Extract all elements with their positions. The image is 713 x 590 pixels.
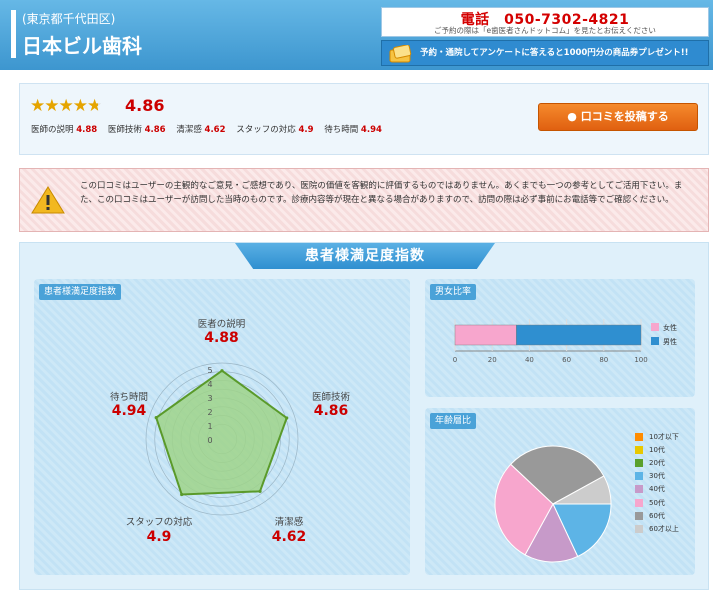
rating-summary: ★★★★★ 4.86 医師の説明 4.88 医師技術 4.86 清潔感 4.62… — [19, 83, 709, 155]
comment-icon: ● — [567, 110, 577, 123]
rating-label: 清潔感 — [176, 125, 202, 135]
promo-text: 予約・通院してアンケートに答えると1000円分の商品券プレゼント!! — [420, 48, 689, 58]
gender-tick-label: 0 — [453, 356, 457, 364]
star-icon: ★ — [72, 96, 88, 116]
radar-axis-label: 医師技術 — [311, 392, 350, 403]
radar-tick-label: 1 — [207, 422, 212, 431]
legend-label: 10才以下 — [649, 432, 679, 441]
post-review-button[interactable]: ● 口コミを投稿する — [538, 103, 698, 131]
rating-stars: ★★★★★ — [30, 96, 102, 116]
legend-label: 女性 — [663, 323, 677, 332]
legend-item: 60才以上 — [635, 522, 679, 535]
gender-bar-segment — [454, 324, 517, 346]
rating-value: 4.86 — [144, 125, 166, 135]
legend-item: 10代 — [635, 443, 679, 456]
disclaimer-text: この口コミはユーザーの主観的なご意見・ご感想であり、医院の価値を客観的に評価する… — [80, 181, 683, 205]
legend-swatch — [635, 458, 643, 467]
legend-swatch — [651, 323, 659, 331]
legend-label: 60才以上 — [649, 524, 679, 533]
rating-label: スタッフの対応 — [236, 125, 296, 135]
radar-axis-value: 4.88 — [204, 330, 239, 346]
star-icon: ★ — [58, 96, 74, 116]
star-icon: ★ — [87, 96, 102, 116]
clinic-name: 日本ビル歯科 — [22, 34, 142, 58]
star-icon: ★ — [44, 96, 59, 116]
gender-panel: 男女比率 0 20 40 60 80 100 女性 男性 — [425, 279, 695, 397]
rating-value: 4.62 — [204, 125, 226, 135]
legend-label: 男性 — [663, 337, 677, 346]
gender-tick-label: 60 — [562, 356, 571, 364]
legend-label: 60代 — [649, 511, 665, 520]
radar-point — [220, 369, 224, 373]
satisfaction-section: 患者様満足度指数 患者様満足度指数 543210 医者の説明 4.88 医師技術… — [19, 242, 709, 590]
gender-tick-label: 80 — [599, 356, 608, 364]
radar-tick-label: 0 — [207, 436, 212, 445]
gender-bar-chart: 0 20 40 60 80 100 女性男性 — [453, 319, 677, 364]
age-panel: 年齢層比 10才以下 10代 20代 30代 40代 50代 60代 60才以上 — [425, 408, 695, 575]
legend-label: 10代 — [649, 445, 665, 454]
post-review-label: 口コミを投稿する — [580, 110, 669, 123]
rating-label: 医師技術 — [107, 125, 142, 135]
promo-banner[interactable]: 予約・通院してアンケートに答えると1000円分の商品券プレゼント!! — [381, 40, 709, 66]
star-icon: ★ — [30, 96, 45, 116]
legend-swatch — [635, 524, 643, 533]
radar-point — [258, 489, 262, 493]
page: (東京都千代田区) 日本ビル歯科 電話 050-7302-4821 ご予約の際は… — [0, 0, 713, 590]
gender-tick-label: 20 — [488, 356, 497, 364]
rating-value: 4.94 — [360, 125, 382, 135]
radar-point — [180, 492, 184, 497]
legend-item: 10才以下 — [635, 430, 679, 443]
gift-card-icon — [389, 45, 412, 63]
legend-label: 20代 — [649, 458, 665, 467]
clinic-area: (東京都千代田区) — [22, 12, 116, 26]
header-accent-bar — [11, 10, 16, 58]
gender-tick-label: 100 — [634, 356, 647, 364]
satisfaction-title: 患者様満足度指数 — [235, 243, 495, 269]
radar-tick-label: 4 — [207, 380, 212, 389]
legend-item: 60代 — [635, 509, 679, 522]
radar-tick-label: 5 — [207, 366, 212, 375]
radar-axis-value: 4.9 — [146, 529, 172, 545]
rating-value: 4.9 — [298, 125, 314, 135]
radar-axis-label: スタッフの対応 — [125, 517, 193, 528]
legend-swatch — [635, 432, 643, 441]
legend-swatch — [635, 498, 643, 507]
age-legend: 10才以下 10代 20代 30代 40代 50代 60代 60才以上 — [635, 430, 679, 536]
radar-tick-label: 2 — [207, 408, 212, 417]
radar-panel: 患者様満足度指数 543210 医者の説明 4.88 医師技術 4.86 清潔感… — [34, 279, 410, 575]
radar-axis-label: 医者の説明 — [197, 319, 246, 330]
legend-item: 30代 — [635, 470, 679, 483]
legend-label: 50代 — [649, 498, 665, 507]
legend-swatch — [635, 472, 643, 481]
disclaimer-box: この口コミはユーザーの主観的なご意見・ご感想であり、医院の価値を客観的に評価する… — [19, 168, 709, 232]
phone-note: ご予約の際は「e歯医者さんドットコム」を見たとお伝えください — [434, 26, 656, 35]
gender-tick-label: 40 — [525, 356, 534, 364]
rating-label: 医師の説明 — [31, 125, 74, 135]
legend-label: 30代 — [649, 472, 665, 481]
legend-label: 40代 — [649, 485, 665, 494]
legend-swatch — [651, 337, 659, 345]
header: (東京都千代田区) 日本ビル歯科 電話 050-7302-4821 ご予約の際は… — [0, 0, 713, 70]
legend-swatch — [635, 445, 643, 454]
legend-swatch — [635, 485, 643, 494]
legend-item: 40代 — [635, 483, 679, 496]
gender-bar-segment — [516, 324, 642, 346]
rating-value: 4.88 — [76, 125, 98, 135]
legend-swatch — [635, 511, 643, 520]
radar-tick-label: 3 — [207, 394, 212, 403]
phone-box: 電話 050-7302-4821 ご予約の際は「e歯医者さんドットコム」を見たと… — [381, 7, 709, 37]
rating-label: 待ち時間 — [324, 125, 359, 135]
radar-axis-value: 4.94 — [111, 403, 147, 419]
radar-axis-label: 清潔感 — [274, 517, 304, 528]
rating-breakdown: 医師の説明 4.88 医師技術 4.86 清潔感 4.62 スタッフの対応 4.… — [31, 123, 390, 135]
radar-axis-value: 4.62 — [271, 529, 307, 545]
legend-item: 20代 — [635, 456, 679, 469]
overall-score: 4.86 — [125, 96, 165, 115]
radar-axis-label: 待ち時間 — [109, 392, 148, 403]
legend-item: 50代 — [635, 496, 679, 509]
radar-axis-value: 4.86 — [313, 403, 349, 419]
warning-icon — [31, 186, 65, 214]
